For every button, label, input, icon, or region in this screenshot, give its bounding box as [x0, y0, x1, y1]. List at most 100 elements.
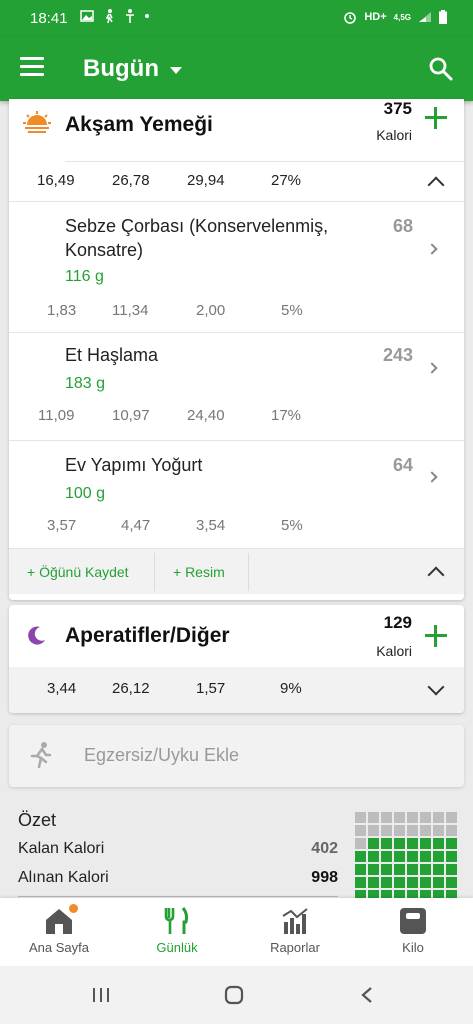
macro-value: 24,40 [187, 407, 225, 424]
remaining-calories-value: 402 [311, 840, 338, 857]
macro-value: 5% [281, 517, 303, 534]
grid-cell [355, 851, 366, 862]
macro-value: 9% [280, 680, 302, 697]
grid-cell [446, 877, 457, 888]
home-button-icon[interactable] [224, 985, 244, 1005]
chevron-right-icon[interactable] [426, 362, 438, 374]
chevron-up-icon[interactable] [427, 566, 445, 584]
nav-reports[interactable]: Raporlar [236, 906, 354, 955]
food-grams: 100 g [65, 485, 106, 502]
macro-value: 3,44 [47, 680, 77, 697]
nav-diary[interactable]: Günlük [118, 906, 236, 955]
dinner-title: Akşam Yemeği [65, 113, 213, 136]
grid-cell [433, 825, 444, 836]
grid-cell [381, 838, 392, 849]
grid-cell [407, 864, 418, 875]
macro-value: 11,09 [38, 407, 75, 424]
macro-value: 26,78 [112, 172, 150, 189]
grid-cell [420, 825, 431, 836]
page-title[interactable]: Bugün [83, 55, 159, 83]
nav-home[interactable]: Ana Sayfa [0, 904, 118, 955]
scale-icon [398, 906, 428, 936]
remaining-calories-label: Kalan Kalori [18, 840, 105, 857]
snacks-card: Aperatifler/Diğer 129 Kalori 3,44 26,12 … [9, 605, 464, 713]
add-exercise-button[interactable]: Egzersiz/Uyku Ekle [9, 725, 464, 787]
nav-label: Ana Sayfa [29, 940, 89, 955]
food-name: Sebze Çorbası (Konservelenmiş, Konsatre) [65, 216, 329, 260]
grid-cell [433, 877, 444, 888]
accessibility-icon [126, 9, 134, 23]
search-icon[interactable] [427, 55, 455, 83]
grid-cell [446, 864, 457, 875]
grid-cell [381, 864, 392, 875]
grid-cell [381, 851, 392, 862]
add-photo-button[interactable]: + Resim [173, 564, 225, 580]
chevron-right-icon[interactable] [426, 471, 438, 483]
grid-cell [446, 838, 457, 849]
grid-cell [355, 877, 366, 888]
food-calories: 64 [392, 455, 413, 475]
menu-icon[interactable] [20, 57, 44, 81]
grid-cell [446, 851, 457, 862]
grid-cell [368, 864, 379, 875]
grid-cell [407, 812, 418, 823]
consumed-calories-label: Alınan Kalori [18, 869, 109, 886]
chevron-down-icon[interactable] [170, 67, 182, 74]
bottom-nav: Ana Sayfa Günlük Raporlar Kilo [0, 898, 473, 966]
food-item[interactable]: Et Haşlama 183 g 243 11,09 10,97 24,40 1… [9, 332, 464, 440]
macro-value: 3,54 [196, 517, 226, 534]
food-item[interactable]: Ev Yapımı Yoğurt 100 g 64 3,57 4,47 3,54… [9, 440, 464, 548]
macro-value: 11,34 [112, 302, 149, 319]
network-label: HD+ [364, 11, 387, 23]
grid-cell [420, 877, 431, 888]
grid-cell [407, 877, 418, 888]
food-item[interactable]: Sebze Çorbası (Konservelenmiş, Konsatre)… [9, 201, 464, 332]
grid-cell [368, 851, 379, 862]
dot-icon [145, 14, 149, 18]
grid-cell [394, 812, 405, 823]
grid-cell [355, 812, 366, 823]
grid-cell [394, 838, 405, 849]
grid-cell [446, 825, 457, 836]
snacks-calories: 129 [383, 613, 412, 632]
grid-cell [355, 864, 366, 875]
add-food-dinner-button[interactable] [425, 107, 447, 129]
food-calories: 243 [382, 345, 413, 365]
dinner-header: Akşam Yemeği 375 Kalori [9, 99, 464, 161]
macro-value: 1,57 [196, 680, 226, 697]
chevron-up-icon[interactable] [427, 176, 445, 194]
food-name: Et Haşlama [65, 345, 159, 365]
snacks-calorie-label: Kalori [376, 643, 412, 659]
home-icon [44, 904, 78, 936]
back-icon[interactable] [360, 986, 374, 1004]
network-type: 4,5G [393, 12, 411, 22]
grid-cell [394, 825, 405, 836]
macro-value: 16,49 [37, 172, 75, 189]
calorie-grid [355, 812, 465, 902]
grid-cell [407, 851, 418, 862]
grid-cell [446, 812, 457, 823]
grid-cell [381, 877, 392, 888]
macro-value: 26,12 [112, 680, 150, 697]
grid-cell [407, 838, 418, 849]
dinner-actions: + Öğünü Kaydet + Resim [9, 548, 464, 594]
chevron-down-icon[interactable] [427, 678, 445, 696]
reports-icon [280, 906, 310, 936]
grid-cell [368, 838, 379, 849]
save-meal-button[interactable]: + Öğünü Kaydet [27, 564, 129, 580]
grid-cell [394, 851, 405, 862]
running-icon [30, 742, 52, 768]
nav-weight[interactable]: Kilo [354, 906, 472, 955]
grid-cell [368, 877, 379, 888]
recent-apps-icon[interactable] [91, 986, 111, 1004]
grid-cell [381, 825, 392, 836]
gallery-icon [80, 10, 94, 22]
chevron-right-icon[interactable] [426, 243, 438, 255]
snacks-macros: 3,44 26,12 1,57 9% [9, 667, 464, 713]
grid-cell [394, 877, 405, 888]
macro-value: 10,97 [112, 407, 150, 424]
sunset-icon [23, 111, 51, 133]
food-calories: 68 [392, 216, 413, 236]
dinner-calorie-label: Kalori [376, 127, 412, 143]
add-food-snacks-button[interactable] [425, 625, 447, 647]
